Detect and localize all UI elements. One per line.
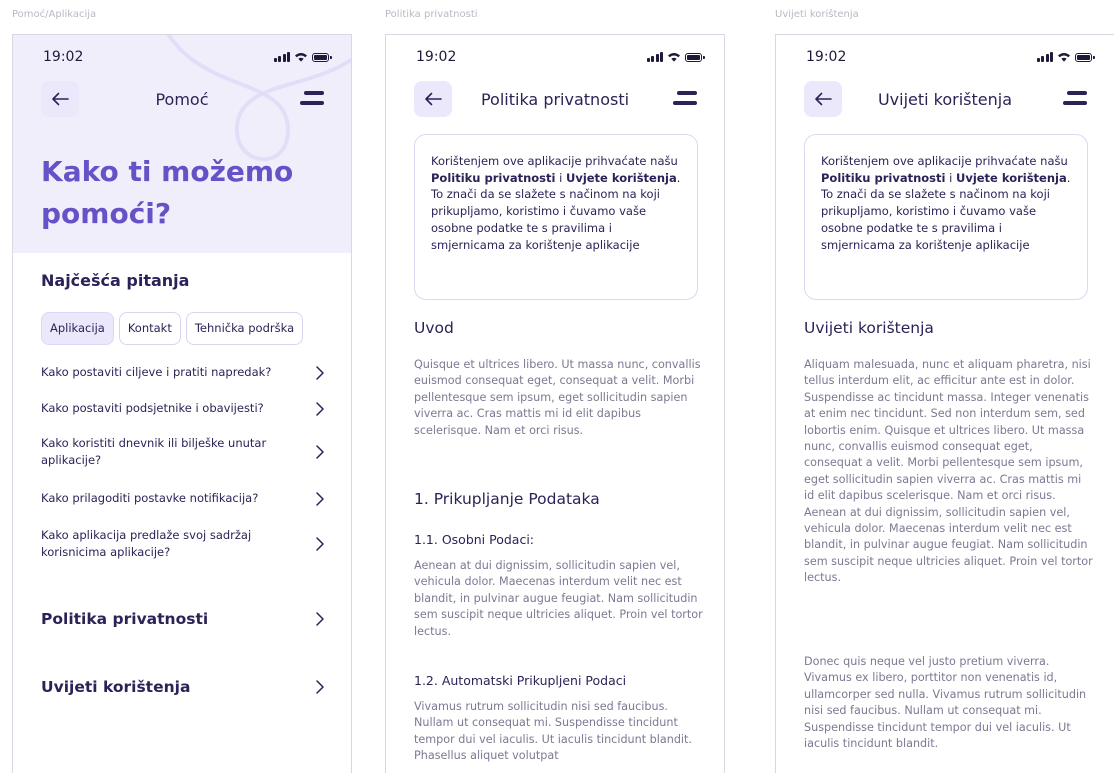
back-button[interactable]: [804, 81, 842, 117]
subsection-heading: 1.1. Osobni Podaci:: [414, 532, 535, 547]
back-arrow-icon: [815, 92, 832, 106]
app-header: Pomoć: [13, 81, 351, 121]
terms-of-use-link[interactable]: Uvijeti korištenja: [41, 678, 331, 696]
faq-question: Kako prilagoditi postavke notifikacija?: [41, 491, 259, 505]
privacy-policy-bold: Politiku privatnosti: [431, 170, 556, 185]
faq-question: Kako postaviti podsjetnike i obavijesti?: [41, 401, 264, 415]
faq-item[interactable]: Kako koristiti dnevnik ili bilješke unut…: [41, 435, 331, 469]
faq-title: Najčešća pitanja: [41, 271, 190, 290]
faq-question: Kako koristiti dnevnik ili bilješke unut…: [41, 436, 267, 467]
chevron-right-icon: [316, 365, 324, 380]
menu-icon[interactable]: [300, 91, 324, 107]
wifi-icon: [1058, 53, 1070, 62]
chevron-right-icon: [316, 680, 324, 694]
faq-item[interactable]: Kako postaviti ciljeve i pratiti napreda…: [41, 364, 331, 381]
status-bar: 19:02: [776, 35, 1114, 79]
hero-title: Kako ti možemo pomoći?: [41, 155, 294, 230]
wifi-icon: [668, 53, 680, 62]
status-bar: 19:02: [386, 35, 724, 79]
frame-label-help: Pomoć/Aplikacija: [12, 9, 97, 20]
subsection-paragraph: Vivamus rutrum sollicitudin nisi sed fau…: [414, 700, 692, 763]
status-icons: [1036, 52, 1095, 62]
menu-icon[interactable]: [1063, 91, 1087, 107]
battery-icon: [312, 53, 332, 62]
status-time: 19:02: [416, 49, 457, 65]
terms-heading: Uvijeti korištenja: [804, 319, 934, 337]
battery-icon: [1075, 53, 1095, 62]
faq-item[interactable]: Kako aplikacija predlaže svoj sadržaj ko…: [41, 527, 331, 561]
subsection-heading: 1.2. Automatski Prikupljeni Podaci: [414, 673, 627, 688]
faq-item[interactable]: Kako postaviti podsjetnike i obavijesti?: [41, 400, 331, 417]
chevron-right-icon: [316, 401, 324, 416]
signal-icon: [273, 52, 290, 62]
intro-heading: Uvod: [414, 319, 454, 337]
consent-notice-card: Korištenjem ove aplikacije prihvaćate na…: [414, 134, 698, 300]
status-icons: [273, 52, 332, 62]
chip-aplikacija[interactable]: Aplikacija: [41, 312, 114, 345]
status-time: 19:02: [43, 49, 84, 65]
terms-of-use-screen: 19:02 Uvijeti korištenja Korištenjem ove…: [775, 34, 1114, 773]
faq-question: Kako aplikacija predlaže svoj sadržaj ko…: [41, 528, 252, 559]
subsection-paragraph: Aenean at dui dignissim, sollicitudin sa…: [414, 559, 703, 638]
terms-bold: Uvjete korištenja: [565, 170, 677, 185]
section-heading: 1. Prikupljanje Podataka: [414, 490, 600, 508]
privacy-policy-link[interactable]: Politika privatnosti: [41, 610, 331, 628]
faq-category-tabs: Aplikacija Kontakt Tehnička podrška: [41, 312, 304, 345]
frame-label-privacy: Politika privatnosti: [385, 9, 478, 20]
chevron-right-icon: [316, 612, 324, 626]
help-screen: 19:02 Pomoć Kako ti možemo pomoći? Najče…: [12, 34, 352, 773]
chevron-right-icon: [316, 537, 324, 551]
privacy-policy-bold: Politiku privatnosti: [821, 170, 946, 185]
terms-of-use-label: Uvijeti korištenja: [41, 678, 191, 696]
signal-icon: [646, 52, 663, 62]
header-title: Pomoć: [155, 90, 209, 109]
header-title: Uvijeti korištenja: [877, 90, 1013, 109]
header-title: Politika privatnosti: [480, 90, 630, 109]
back-arrow-icon: [425, 92, 442, 106]
signal-icon: [1036, 52, 1053, 62]
terms-paragraph: Aliquam malesuada, nunc et aliquam phare…: [804, 358, 1093, 585]
terms-paragraph: Donec quis neque vel justo pretium viver…: [804, 655, 1087, 751]
status-icons: [646, 52, 705, 62]
chip-kontakt[interactable]: Kontakt: [118, 312, 181, 345]
chip-tehnicka-podrska[interactable]: Tehnička podrška: [185, 312, 304, 345]
back-button[interactable]: [414, 81, 452, 117]
faq-item[interactable]: Kako prilagoditi postavke notifikacija?: [41, 490, 331, 507]
back-arrow-icon: [52, 92, 69, 106]
back-button[interactable]: [41, 81, 79, 117]
terms-bold: Uvjete korištenja: [955, 170, 1067, 185]
consent-notice-card: Korištenjem ove aplikacije prihvaćate na…: [804, 134, 1088, 300]
battery-icon: [685, 53, 705, 62]
app-header: Politika privatnosti: [386, 81, 724, 121]
privacy-policy-label: Politika privatnosti: [41, 610, 209, 628]
wifi-icon: [295, 53, 307, 62]
status-time: 19:02: [806, 49, 847, 65]
chevron-right-icon: [316, 491, 324, 506]
faq-question: Kako postaviti ciljeve i pratiti napreda…: [41, 365, 272, 379]
frame-label-terms: Uvijeti korištenja: [775, 9, 859, 20]
status-bar: 19:02: [13, 35, 351, 79]
chevron-right-icon: [316, 445, 324, 459]
app-header: Uvijeti korištenja: [776, 81, 1114, 121]
menu-icon[interactable]: [673, 91, 697, 107]
intro-paragraph: Quisque et ultrices libero. Ut massa nun…: [414, 358, 701, 437]
privacy-policy-screen: 19:02 Politika privatnosti Korištenjem o…: [385, 34, 725, 773]
